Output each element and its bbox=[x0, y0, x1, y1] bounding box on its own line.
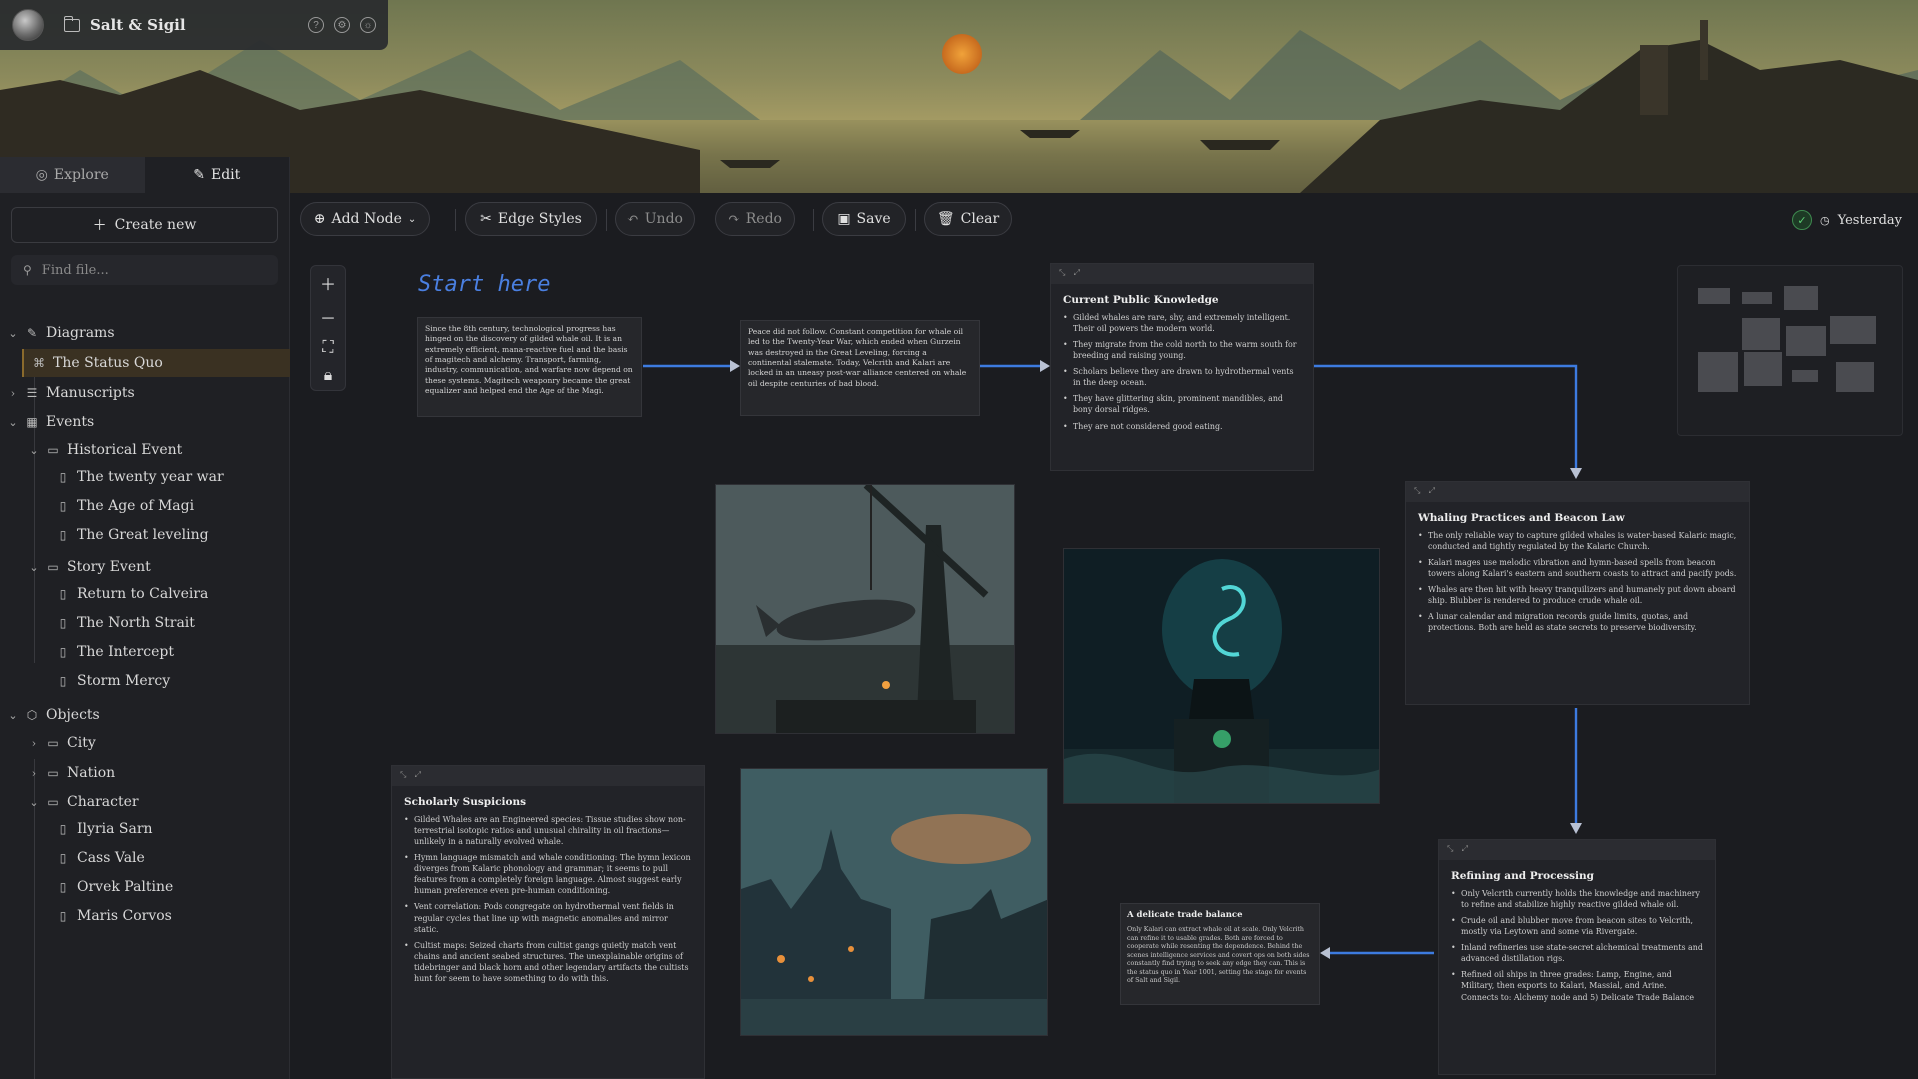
list-item: Gilded Whales are an Engineered species:… bbox=[404, 814, 692, 847]
card-current-public-knowledge[interactable]: ⤡ ⤢ Current Public Knowledge Gilded whal… bbox=[1050, 263, 1314, 471]
text-node-age-of-oil[interactable]: Since the 8th century, technological pro… bbox=[417, 317, 642, 417]
list-item: They are not considered good eating. bbox=[1063, 421, 1301, 432]
list-item: Vent correlation: Pods congregate on hyd… bbox=[404, 901, 692, 934]
minimap-node bbox=[1742, 318, 1780, 350]
card-scholarly-suspicions[interactable]: ⤡ ⤢ Scholarly Suspicions Gilded Whales a… bbox=[391, 765, 705, 1079]
minimap-node bbox=[1792, 370, 1818, 382]
minimap-node bbox=[1830, 316, 1876, 344]
arrowhead bbox=[1570, 823, 1582, 834]
card-list: Gilded whales are rare, shy, and extreme… bbox=[1051, 312, 1313, 432]
image-node-whale-crane[interactable] bbox=[715, 484, 1015, 734]
card-title: Whaling Practices and Beacon Law bbox=[1418, 512, 1625, 524]
minimap-node bbox=[1698, 288, 1730, 304]
list-item: Hymn language mismatch and whale conditi… bbox=[404, 852, 692, 896]
minimap-node bbox=[1744, 352, 1782, 386]
arrowhead bbox=[1040, 360, 1050, 372]
arrowhead bbox=[730, 360, 740, 372]
edge-arrow[interactable] bbox=[1314, 364, 1578, 468]
card-whaling-practices[interactable]: ⤡ ⤢ Whaling Practices and Beacon Law The… bbox=[1405, 481, 1750, 705]
beacon-tower-illustration bbox=[1064, 549, 1379, 803]
image-node-beacon-tower[interactable] bbox=[1063, 548, 1380, 804]
card-title: Refining and Processing bbox=[1451, 870, 1595, 882]
card-title: Scholarly Suspicions bbox=[404, 796, 527, 808]
card-resize-handle[interactable]: ⤡ ⤢ bbox=[1051, 264, 1313, 284]
list-item: Cultist maps: Seized charts from cultist… bbox=[404, 940, 692, 984]
minimap[interactable] bbox=[1677, 265, 1903, 436]
image-node-foggy-city[interactable] bbox=[740, 768, 1048, 1036]
card-list: The only reliable way to capture gilded … bbox=[1406, 530, 1749, 634]
text-node-delicate-trade-balance[interactable]: A delicate trade balance Only Kalari can… bbox=[1120, 903, 1320, 1005]
card-resize-handle[interactable]: ⤡ ⤢ bbox=[1439, 840, 1715, 860]
foggy-city-illustration bbox=[741, 769, 1047, 1035]
card-resize-handle[interactable]: ⤡ ⤢ bbox=[392, 766, 704, 786]
card-title: Current Public Knowledge bbox=[1063, 294, 1219, 306]
card-list: Only Velcrith currently holds the knowle… bbox=[1439, 888, 1715, 1003]
minimap-node bbox=[1786, 326, 1826, 356]
minimap-node bbox=[1742, 292, 1772, 304]
card-refining-and-processing[interactable]: ⤡ ⤢ Refining and Processing Only Velcrit… bbox=[1438, 839, 1716, 1075]
list-item: Refined oil ships in three grades: Lamp,… bbox=[1451, 969, 1703, 1002]
node-body: Only Kalari can extract whale oil at sca… bbox=[1127, 926, 1310, 984]
list-item: They migrate from the cold north to the … bbox=[1063, 339, 1301, 361]
list-item: Gilded whales are rare, shy, and extreme… bbox=[1063, 312, 1301, 334]
whale-crane-illustration bbox=[716, 485, 1014, 733]
minimap-node bbox=[1836, 362, 1874, 392]
card-resize-handle[interactable]: ⤡ ⤢ bbox=[1406, 482, 1749, 502]
arrowhead bbox=[1570, 468, 1582, 479]
list-item: Kalari mages use melodic vibration and h… bbox=[1418, 557, 1737, 579]
node-title: A delicate trade balance bbox=[1127, 910, 1243, 920]
card-list: Gilded Whales are an Engineered species:… bbox=[392, 814, 704, 984]
list-item: Inland refineries use state-secret alche… bbox=[1451, 942, 1703, 964]
list-item: Only Velcrith currently holds the knowle… bbox=[1451, 888, 1703, 910]
text-node-twenty-year-war[interactable]: Peace did not follow. Constant competiti… bbox=[740, 320, 980, 416]
minimap-node bbox=[1784, 286, 1818, 310]
minimap-node bbox=[1698, 352, 1738, 392]
arrowhead bbox=[1320, 947, 1330, 959]
list-item: Scholars believe they are drawn to hydro… bbox=[1063, 366, 1301, 388]
list-item: They have glittering skin, prominent man… bbox=[1063, 393, 1301, 415]
list-item: Whales are then hit with heavy tranquili… bbox=[1418, 584, 1737, 606]
list-item: The only reliable way to capture gilded … bbox=[1418, 530, 1737, 552]
list-item: Crude oil and blubber move from beacon s… bbox=[1451, 915, 1703, 937]
list-item: A lunar calendar and migration records g… bbox=[1418, 611, 1737, 633]
